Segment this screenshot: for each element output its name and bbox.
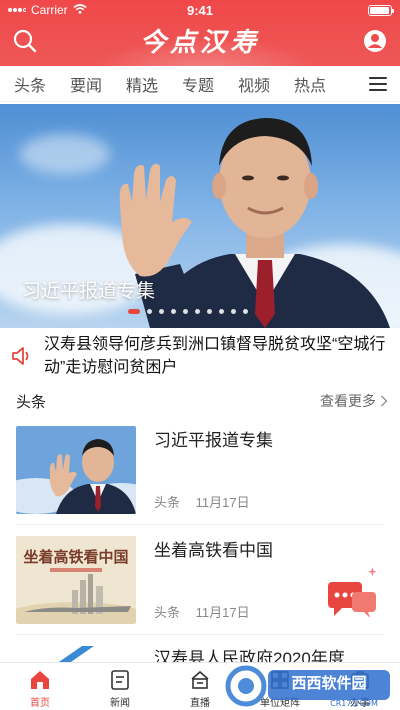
carousel-dot[interactable] xyxy=(147,309,152,314)
speaker-icon xyxy=(12,347,29,365)
site-watermark: 西西软件园 CR173.COM xyxy=(224,664,394,708)
tab-headlines[interactable]: 头条 xyxy=(2,72,58,96)
notice-bar[interactable]: 汉寿县领导何彦兵到洲口镇督导脱贫攻坚“空城行动”走访慰问贫困户 xyxy=(0,332,400,382)
news-date: 11月17日 xyxy=(195,605,250,620)
news-icon xyxy=(111,670,129,690)
channel-menu-button[interactable] xyxy=(356,66,400,101)
carousel-dot[interactable] xyxy=(207,309,212,314)
status-time: 9:41 xyxy=(186,3,214,18)
status-bar: Carrier 9:41 xyxy=(0,0,400,20)
carousel-dot[interactable] xyxy=(159,309,164,314)
nav-home[interactable]: 首页 xyxy=(0,663,80,710)
news-title[interactable]: 习近平报道专集 xyxy=(154,430,384,452)
view-more-label: 查看更多 xyxy=(320,393,376,409)
news-category: 头条 xyxy=(154,605,181,620)
tab-featured[interactable]: 精选 xyxy=(114,72,170,96)
section-title: 头条 xyxy=(16,394,47,411)
carousel-dot[interactable] xyxy=(171,309,176,314)
nav-label: 首页 xyxy=(30,698,50,709)
watermark-brand: 西西软件园 xyxy=(291,674,366,692)
nav-label: 新闻 xyxy=(110,698,130,709)
news-meta: 头条 11月17日 xyxy=(154,492,250,511)
news-list-item[interactable]: 汉寿县人民政府2020年度 xyxy=(16,644,384,664)
channel-tabs: 头条 要闻 精选 专题 视频 热点 扌 xyxy=(0,66,400,102)
banner-caption: 习近平报道专集 xyxy=(22,281,156,302)
carousel-dot[interactable] xyxy=(219,309,224,314)
tab-video[interactable]: 视频 xyxy=(226,72,282,96)
chat-icon xyxy=(320,562,384,626)
user-icon xyxy=(364,30,386,52)
news-date: 11月17日 xyxy=(195,495,250,510)
news-category: 头条 xyxy=(154,495,181,510)
news-meta: 头条 11月17日 xyxy=(154,602,250,621)
battery-icon xyxy=(368,5,394,16)
carousel-dot[interactable] xyxy=(243,309,248,314)
tab-hot[interactable]: 热点 xyxy=(282,72,338,96)
banner-carousel[interactable]: 习近平报道专集 xyxy=(0,104,400,328)
nav-label: 直播 xyxy=(190,698,210,709)
nav-news[interactable]: 新闻 xyxy=(80,663,160,710)
menu-icon xyxy=(369,77,387,79)
carousel-dot[interactable] xyxy=(183,309,188,314)
carousel-dot[interactable] xyxy=(195,309,200,314)
watermark-domain: CR173.COM xyxy=(330,699,378,708)
headlines-section-header: 头条 查看更多 xyxy=(16,388,388,412)
app-header: Carrier 9:41 今点汉寿 xyxy=(0,0,400,66)
carousel-indicator[interactable] xyxy=(128,309,248,314)
chevron-right-icon xyxy=(380,395,388,407)
thumbnail-text: 坐着高铁看中国 xyxy=(23,548,128,566)
home-icon xyxy=(31,671,49,689)
news-thumbnail: 坐着高铁看中国 xyxy=(16,536,136,624)
floating-chat-button[interactable] xyxy=(318,560,386,628)
app-title: 今点汉寿 xyxy=(139,28,260,58)
view-more-link[interactable]: 查看更多 xyxy=(320,391,388,411)
carousel-dot[interactable] xyxy=(128,309,140,314)
tab-topics[interactable]: 专题 xyxy=(170,72,226,96)
notice-text[interactable]: 汉寿县领导何彦兵到洲口镇督导脱贫攻坚“空城行动”走访慰问贫困户 xyxy=(44,333,390,379)
live-icon xyxy=(191,670,209,689)
news-list-item[interactable]: 习近平报道专集 头条 11月17日 xyxy=(16,426,384,518)
news-title[interactable]: 坐着高铁看中国 xyxy=(154,540,384,562)
user-profile-button[interactable] xyxy=(363,29,387,53)
divider xyxy=(16,634,384,635)
carousel-dot[interactable] xyxy=(231,309,236,314)
tab-important-news[interactable]: 要闻 xyxy=(58,72,114,96)
divider xyxy=(16,524,384,525)
news-thumbnail xyxy=(16,426,136,514)
news-thumbnail xyxy=(16,644,136,664)
